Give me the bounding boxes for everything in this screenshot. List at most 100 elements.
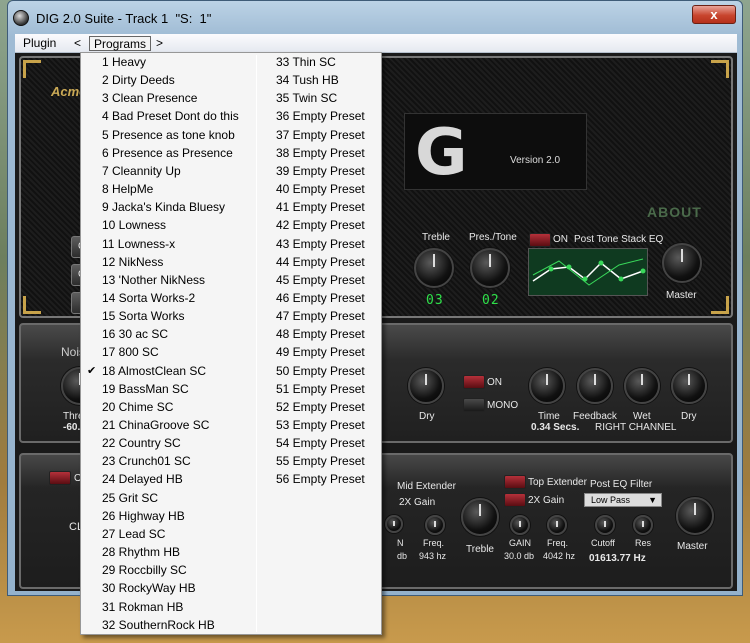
- program-item[interactable]: 39 Empty Preset: [276, 162, 365, 180]
- mid-freq-knob[interactable]: [425, 515, 445, 535]
- program-item[interactable]: 33 Thin SC: [276, 53, 336, 71]
- program-item[interactable]: 54 Empty Preset: [276, 434, 365, 452]
- time-knob[interactable]: [529, 368, 565, 404]
- top-freq-value: 4042 hz: [543, 551, 576, 561]
- program-item[interactable]: 21 ChinaGroove SC: [102, 416, 209, 434]
- cutoff-knob[interactable]: [595, 515, 615, 535]
- program-item[interactable]: 27 Lead SC: [102, 525, 165, 543]
- program-item[interactable]: 32 SouthernRock HB: [102, 616, 215, 634]
- program-item[interactable]: 43 Empty Preset: [276, 235, 365, 253]
- top-freq-knob[interactable]: [547, 515, 567, 535]
- program-item[interactable]: 23 Crunch01 SC: [102, 452, 191, 470]
- program-item[interactable]: 18 AlmostClean SC: [102, 362, 206, 380]
- program-item[interactable]: 56 Empty Preset: [276, 470, 365, 488]
- program-item[interactable]: 9 Jacka's Kinda Bluesy: [102, 198, 225, 216]
- program-item[interactable]: 34 Tush HB: [276, 71, 339, 89]
- program-item[interactable]: 40 Empty Preset: [276, 180, 365, 198]
- program-item[interactable]: 46 Empty Preset: [276, 289, 365, 307]
- treble-knob[interactable]: [461, 498, 499, 536]
- on-switch[interactable]: [463, 375, 485, 389]
- program-item[interactable]: 42 Empty Preset: [276, 216, 365, 234]
- mid-2x-gain-label: 2X Gain: [399, 497, 436, 508]
- column-separator: [256, 55, 257, 632]
- program-item[interactable]: 14 Sorta Works-2: [102, 289, 195, 307]
- program-item[interactable]: 4 Bad Preset Dont do this: [102, 107, 239, 125]
- master-knob[interactable]: [662, 243, 702, 283]
- program-item[interactable]: 45 Empty Preset: [276, 271, 365, 289]
- mid-db-label: db: [397, 551, 408, 561]
- program-item[interactable]: 37 Empty Preset: [276, 126, 365, 144]
- menu-plugin[interactable]: Plugin: [19, 36, 60, 51]
- time-label: Time: [538, 411, 560, 422]
- program-item[interactable]: 35 Twin SC: [276, 89, 337, 107]
- program-item[interactable]: 48 Empty Preset: [276, 325, 365, 343]
- program-item[interactable]: 50 Empty Preset: [276, 362, 365, 380]
- program-item[interactable]: 17 800 SC: [102, 343, 159, 361]
- program-item[interactable]: 52 Empty Preset: [276, 398, 365, 416]
- program-item[interactable]: 55 Empty Preset: [276, 452, 365, 470]
- top-freq-label: Freq.: [547, 538, 569, 548]
- program-item[interactable]: 19 BassMan SC: [102, 380, 189, 398]
- mid-gain-knob[interactable]: [385, 515, 403, 533]
- program-item[interactable]: 2 Dirty Deeds: [102, 71, 175, 89]
- program-item[interactable]: 47 Empty Preset: [276, 307, 365, 325]
- close-button[interactable]: x: [692, 5, 736, 24]
- app-icon: [13, 10, 29, 26]
- program-item[interactable]: 11 Lowness-x: [102, 235, 175, 253]
- program-item[interactable]: 13 'Nother NikNess: [102, 271, 205, 289]
- pres-tone-knob[interactable]: [470, 248, 510, 288]
- program-item[interactable]: 7 Cleannity Up: [102, 162, 181, 180]
- program-item[interactable]: 12 NikNess: [102, 253, 163, 271]
- program-item[interactable]: 41 Empty Preset: [276, 198, 365, 216]
- wet-knob[interactable]: [624, 368, 660, 404]
- program-item[interactable]: 10 Lowness: [102, 216, 166, 234]
- feedback-knob[interactable]: [577, 368, 613, 404]
- program-item[interactable]: 25 Grit SC: [102, 489, 158, 507]
- top-2x-gain-switch[interactable]: [504, 493, 526, 507]
- program-item[interactable]: 29 Roccbilly SC: [102, 561, 187, 579]
- menu-prev-button[interactable]: <: [70, 36, 85, 51]
- program-item[interactable]: 5 Presence as tone knob: [102, 126, 235, 144]
- program-item[interactable]: 44 Empty Preset: [276, 253, 365, 271]
- feedback-label: Feedback: [573, 411, 617, 422]
- program-item[interactable]: 38 Empty Preset: [276, 144, 365, 162]
- mid-freq-label: Freq.: [423, 538, 445, 548]
- treble-knob[interactable]: [414, 248, 454, 288]
- program-item[interactable]: 16 30 ac SC: [102, 325, 168, 343]
- clean-on-switch[interactable]: [49, 471, 71, 485]
- mono-switch[interactable]: [463, 398, 485, 412]
- program-item[interactable]: 51 Empty Preset: [276, 380, 365, 398]
- program-item[interactable]: 28 Rhythm HB: [102, 543, 180, 561]
- eq-graph[interactable]: [528, 248, 648, 296]
- program-item[interactable]: 1 Heavy: [102, 53, 146, 71]
- program-item[interactable]: 53 Empty Preset: [276, 416, 365, 434]
- program-item[interactable]: 31 Rokman HB: [102, 598, 183, 616]
- top-gain-knob[interactable]: [510, 515, 530, 535]
- program-item[interactable]: 3 Clean Presence: [102, 89, 197, 107]
- program-item[interactable]: 8 HelpMe: [102, 180, 153, 198]
- program-item[interactable]: 49 Empty Preset: [276, 343, 365, 361]
- top-extender-switch[interactable]: [504, 475, 526, 489]
- program-item[interactable]: 22 Country SC: [102, 434, 181, 452]
- dry-left-label: Dry: [419, 411, 435, 422]
- eq-on-switch[interactable]: [529, 233, 551, 247]
- program-item[interactable]: 6 Presence as Presence: [102, 144, 233, 162]
- eq-master-knob[interactable]: [676, 497, 714, 535]
- program-item[interactable]: 20 Chime SC: [102, 398, 173, 416]
- corner-bracket: [711, 296, 729, 314]
- filter-type-dropdown[interactable]: Low Pass ▼: [584, 493, 662, 507]
- program-item[interactable]: 26 Highway HB: [102, 507, 185, 525]
- program-item[interactable]: 15 Sorta Works: [102, 307, 184, 325]
- top-gain-label: GAIN: [509, 538, 532, 548]
- about-button[interactable]: ABOUT: [647, 204, 702, 220]
- top-extender-label: Top Extender: [528, 477, 587, 488]
- program-item[interactable]: 30 RockyWay HB: [102, 579, 196, 597]
- program-item[interactable]: 36 Empty Preset: [276, 107, 365, 125]
- menu-programs[interactable]: Programs: [89, 36, 152, 51]
- dry-right-knob[interactable]: [671, 368, 707, 404]
- dry-left-knob[interactable]: [408, 368, 444, 404]
- menu-next-button[interactable]: >: [152, 36, 167, 51]
- program-item[interactable]: 24 Delayed HB: [102, 470, 183, 488]
- res-knob[interactable]: [633, 515, 653, 535]
- corner-bracket: [23, 60, 41, 78]
